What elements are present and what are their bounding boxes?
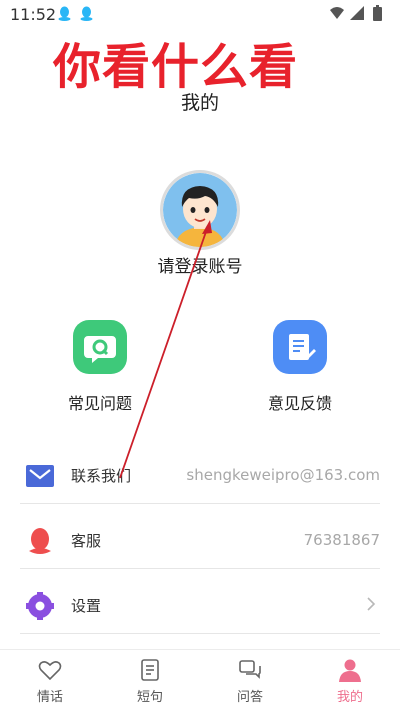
tab-mine[interactable]: 我的 (300, 650, 400, 712)
contact-us-row[interactable]: 联系我们 shengkeweipro@163.com (20, 444, 380, 508)
status-bar: 11:52 (0, 0, 400, 28)
battery-icon (373, 7, 382, 21)
qq-notification-icon (58, 6, 71, 21)
page-title: 我的 (180, 92, 219, 114)
customer-service-number[interactable]: 76381867 (304, 531, 380, 549)
qq-notification-icon (80, 6, 93, 21)
settings-label: 设置 (71, 597, 102, 615)
tab-label: 问答 (236, 690, 263, 705)
mail-icon (26, 465, 54, 487)
document-icon (141, 659, 159, 681)
tab-qa[interactable]: 问答 (200, 650, 300, 712)
divider (20, 503, 380, 504)
contact-email[interactable]: shengkeweipro@163.com (186, 466, 380, 484)
cartoon-avatar-icon (163, 173, 237, 247)
customer-service-row[interactable]: 客服 76381867 (20, 509, 380, 573)
status-time: 11:52 (10, 5, 57, 24)
chevron-right-icon (367, 597, 376, 611)
person-icon (339, 659, 361, 682)
bottom-tab-bar: 情话 短句 问答 我的 (0, 649, 400, 712)
heart-icon (38, 661, 62, 681)
tab-short-sentences[interactable]: 短句 (100, 650, 200, 712)
system-status-icons (330, 5, 382, 21)
faq-button[interactable] (73, 320, 127, 374)
customer-service-label: 客服 (71, 532, 102, 550)
divider (20, 633, 380, 634)
feedback-label[interactable]: 意见反馈 (230, 390, 370, 414)
tab-love-words[interactable]: 情话 (0, 650, 100, 712)
tab-label: 短句 (136, 690, 163, 705)
avatar[interactable] (160, 170, 240, 250)
divider (20, 568, 380, 569)
feedback-button[interactable] (273, 320, 327, 374)
contact-us-label: 联系我们 (71, 467, 132, 485)
faq-label[interactable]: 常见问题 (30, 390, 170, 414)
login-prompt[interactable]: 请登录账号 (0, 252, 400, 277)
qq-icon (29, 528, 51, 554)
tab-label: 情话 (36, 690, 63, 705)
q-chat-icon (84, 336, 116, 363)
wifi-icon (330, 7, 344, 19)
gear-icon (26, 592, 54, 620)
feedback-edit-icon (289, 334, 316, 360)
signal-icon (350, 6, 364, 20)
settings-row[interactable]: 设置 (20, 574, 380, 638)
tab-label: 我的 (336, 690, 363, 705)
chat-icon (239, 660, 261, 679)
